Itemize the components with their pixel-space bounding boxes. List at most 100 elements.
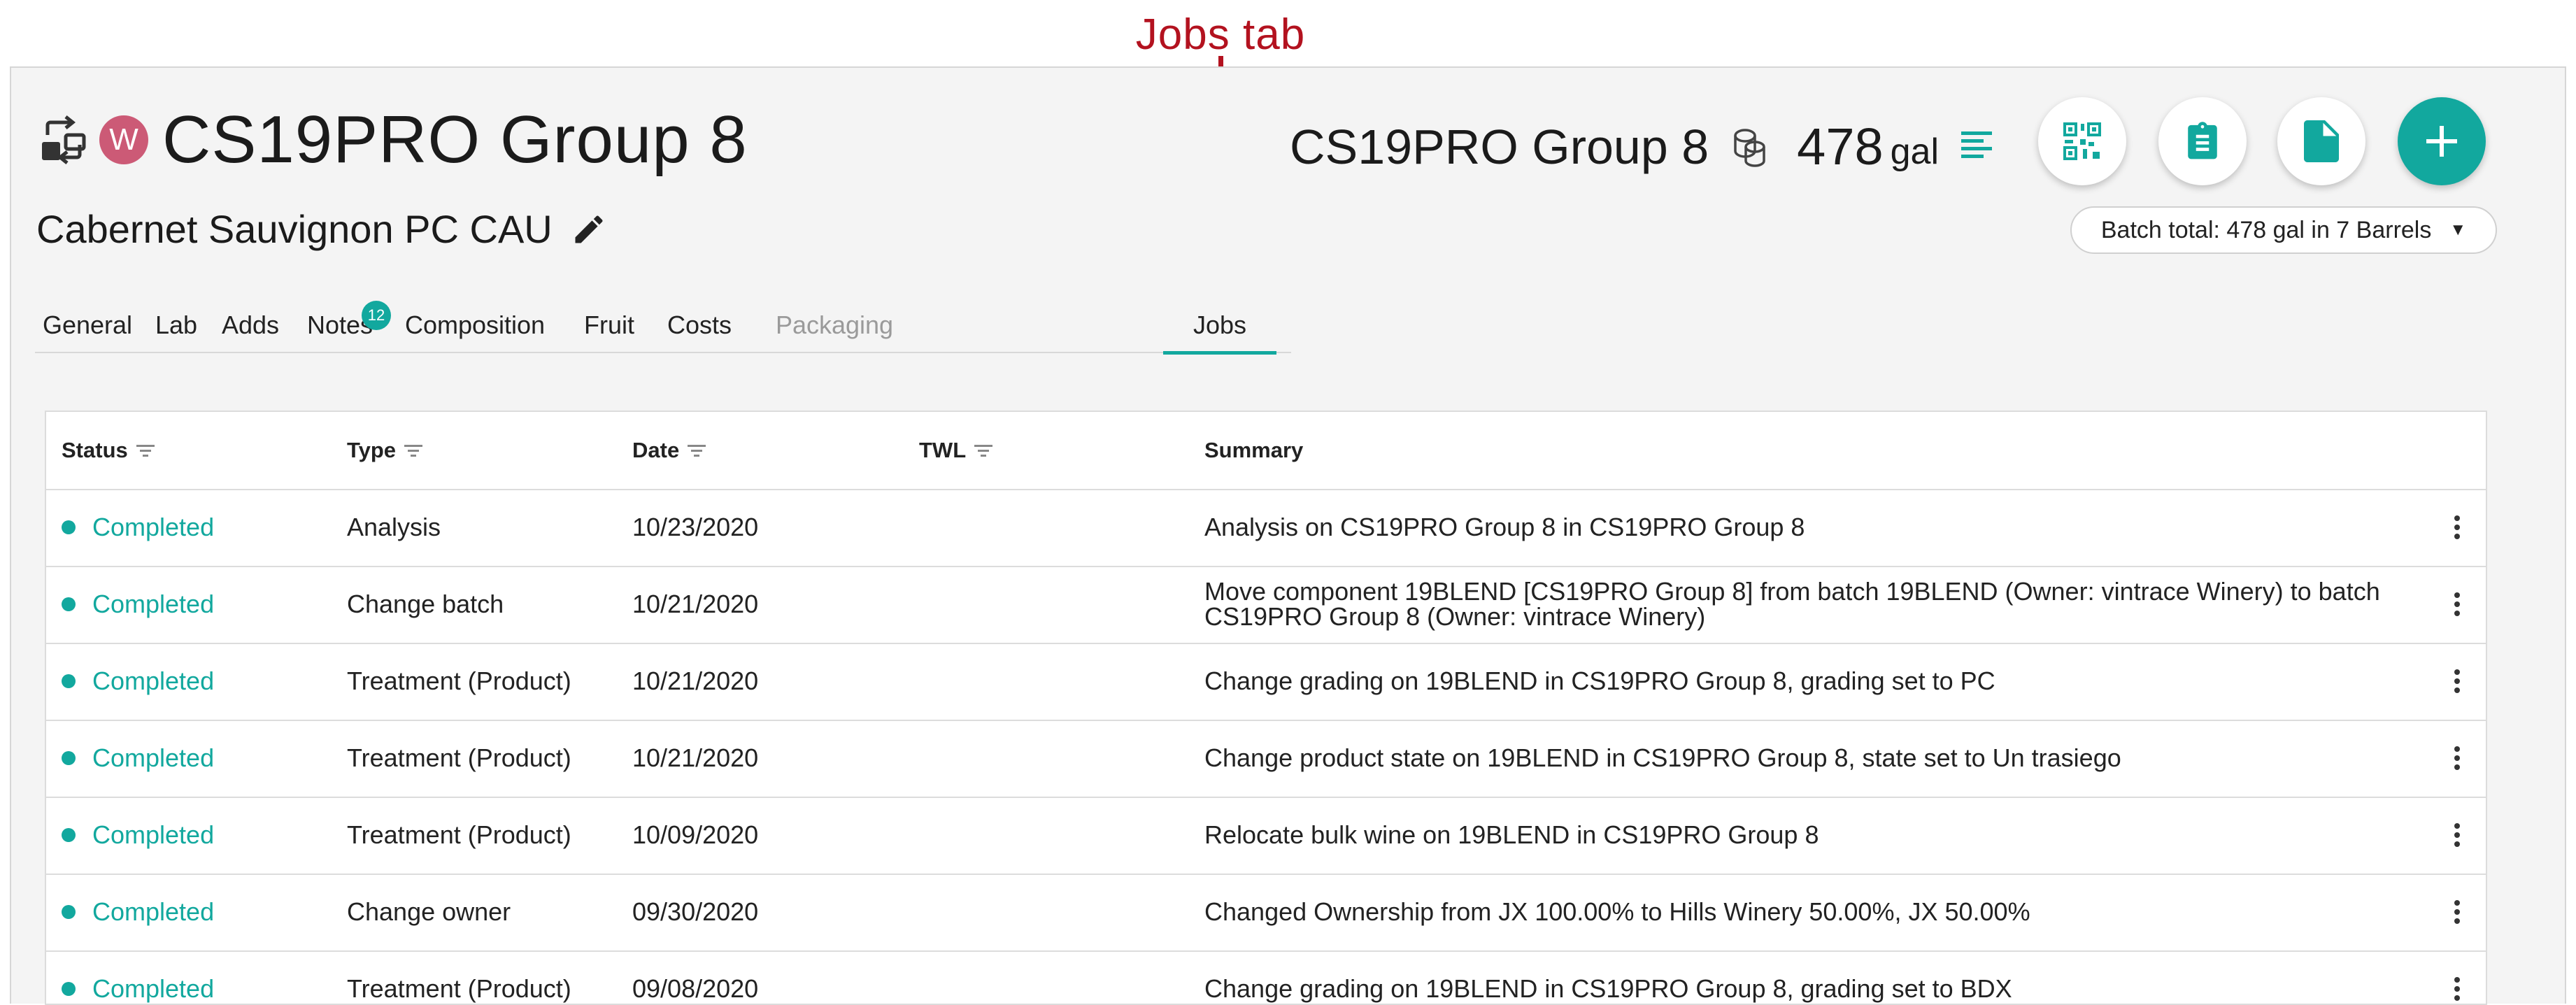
edit-icon[interactable] [571, 211, 607, 248]
status-dot [62, 828, 76, 842]
table-row[interactable]: Completed Treatment (Product) 09/08/2020 Ch… [46, 950, 2486, 1004]
column-label: TWL [919, 438, 967, 462]
date-cell: 09/30/2020 [632, 897, 759, 926]
filter-icon[interactable] [404, 443, 423, 457]
tab-label: Notes 12 [307, 301, 392, 340]
type-cell: Treatment (Product) [347, 820, 571, 849]
column-label: Date [632, 438, 680, 462]
document-button[interactable] [2277, 97, 2365, 185]
tab-general[interactable]: General [35, 299, 140, 352]
clipboard-icon [2188, 122, 2217, 159]
more-options-icon[interactable] [2447, 566, 2468, 643]
tab-label: Costs [667, 311, 732, 339]
date-cell: 10/09/2020 [632, 820, 759, 849]
jobs-table: Status Type Date TWL Summary Completed An… [45, 411, 2487, 1005]
status-text: Completed [92, 743, 215, 772]
status-cell: Completed [62, 797, 214, 874]
tab-label: General [42, 311, 133, 339]
filter-icon[interactable] [136, 443, 155, 457]
tab-costs[interactable]: Costs [655, 299, 744, 352]
filter-icon[interactable] [974, 443, 993, 457]
column-header-type[interactable]: Type [347, 412, 423, 489]
barrels-icon [1734, 128, 1765, 167]
table-row[interactable]: Completed Change batch 10/21/2020 Move comp… [46, 566, 2486, 644]
column-header-date[interactable]: Date [632, 412, 706, 489]
status-dot [62, 751, 76, 765]
tab-label: Composition [404, 311, 546, 339]
more-options-icon[interactable] [2447, 489, 2468, 566]
type-cell: Change owner [347, 897, 511, 926]
status-dot [62, 982, 76, 996]
batch-total-dropdown[interactable]: Batch total: 478 gal in 7 Barrels ▼ [2070, 206, 2497, 254]
tab-jobs[interactable]: Jobs [1163, 299, 1276, 355]
subtitle-row: Cabernet Sauvignon PC CAU [36, 206, 607, 252]
summary-cell: Change grading on 19BLEND in CS19PRO Gro… [1204, 667, 1995, 695]
vessel-name: CS19PRO Group 8 [1290, 119, 1709, 174]
add-button[interactable] [2398, 97, 2486, 185]
batch-detail-panel: W CS19PRO Group 8 Cabernet Sauvignon PC … [10, 66, 2566, 1005]
status-text: Completed [92, 897, 215, 926]
clipboard-button[interactable] [2158, 97, 2247, 185]
caret-down-icon: ▼ [2449, 220, 2467, 239]
tab-label: Fruit [584, 311, 634, 339]
tab-packaging: Packaging [754, 299, 915, 352]
tab-label: Adds [221, 311, 280, 339]
table-header: Status Type Date TWL Summary [46, 412, 2486, 490]
list-lines-icon[interactable] [1960, 130, 1995, 164]
status-cell: Completed [62, 566, 214, 643]
status-cell: Completed [62, 643, 214, 720]
summary-cell: Change grading on 19BLEND in CS19PRO Gro… [1204, 974, 2012, 1003]
page-title: CS19PRO Group 8 [162, 102, 748, 177]
tab-lab[interactable]: Lab [143, 299, 210, 352]
more-options-icon[interactable] [2447, 720, 2468, 797]
status-text: Completed [92, 974, 215, 1003]
table-row[interactable]: Completed Treatment (Product) 10/21/2020 Ch… [46, 643, 2486, 721]
type-cell: Treatment (Product) [347, 667, 571, 695]
table-row[interactable]: Completed Analysis 10/23/2020 Analysis on C… [46, 489, 2486, 567]
more-options-icon[interactable] [2447, 950, 2468, 1004]
tab-label: Jobs [1193, 310, 1247, 339]
status-dot [62, 905, 76, 919]
qr-code-icon [2063, 122, 2101, 160]
annotation-label: Jobs tab [1135, 10, 1306, 59]
status-dot [62, 674, 76, 688]
tab-notes[interactable]: Notes 12 [295, 299, 392, 352]
summary-cell: Change product state on 19BLEND in CS19P… [1204, 743, 2121, 772]
table-row[interactable]: Completed Treatment (Product) 10/09/2020 Re… [46, 797, 2486, 875]
table-row[interactable]: Completed Treatment (Product) 10/21/2020 Ch… [46, 720, 2486, 798]
filter-icon[interactable] [688, 443, 706, 457]
column-header-summary: Summary [1204, 412, 1303, 489]
qr-code-button[interactable] [2038, 97, 2126, 185]
date-cell: 09/08/2020 [632, 974, 759, 1003]
more-options-icon[interactable] [2447, 643, 2468, 720]
tab-label: Lab [155, 311, 198, 339]
type-cell: Change batch [347, 590, 504, 618]
tab-composition[interactable]: Composition [399, 299, 551, 352]
status-dot [62, 597, 76, 611]
tab-adds[interactable]: Adds [211, 299, 290, 352]
type-cell: Treatment (Product) [347, 974, 571, 1003]
status-cell: Completed [62, 489, 214, 566]
status-cell: Completed [62, 874, 214, 950]
column-label: Summary [1204, 438, 1304, 462]
more-options-icon[interactable] [2447, 797, 2468, 874]
status-text: Completed [92, 667, 215, 695]
table-row[interactable]: Completed Change owner 09/30/2020 Changed O… [46, 874, 2486, 952]
batch-total-label: Batch total: 478 gal in 7 Barrels [2100, 216, 2432, 243]
tab-label: Packaging [775, 311, 894, 339]
volume-unit: gal [1890, 131, 1940, 172]
type-cell: Treatment (Product) [347, 743, 571, 772]
column-header-twl[interactable]: TWL [919, 412, 993, 489]
page-subtitle: Cabernet Sauvignon PC CAU [36, 207, 553, 251]
column-header-status[interactable]: Status [62, 412, 155, 489]
type-cell: Analysis [347, 513, 441, 541]
more-options-icon[interactable] [2447, 874, 2468, 950]
status-text: Completed [92, 820, 215, 849]
tab-fruit[interactable]: Fruit [565, 299, 653, 352]
date-cell: 10/21/2020 [632, 667, 759, 695]
column-label: Status [62, 438, 128, 462]
status-dot [62, 520, 76, 534]
swap-icon[interactable] [38, 114, 90, 166]
status-cell: Completed [62, 720, 214, 797]
summary-cell: Move component 19BLEND [CS19PRO Group 8]… [1204, 577, 2380, 631]
